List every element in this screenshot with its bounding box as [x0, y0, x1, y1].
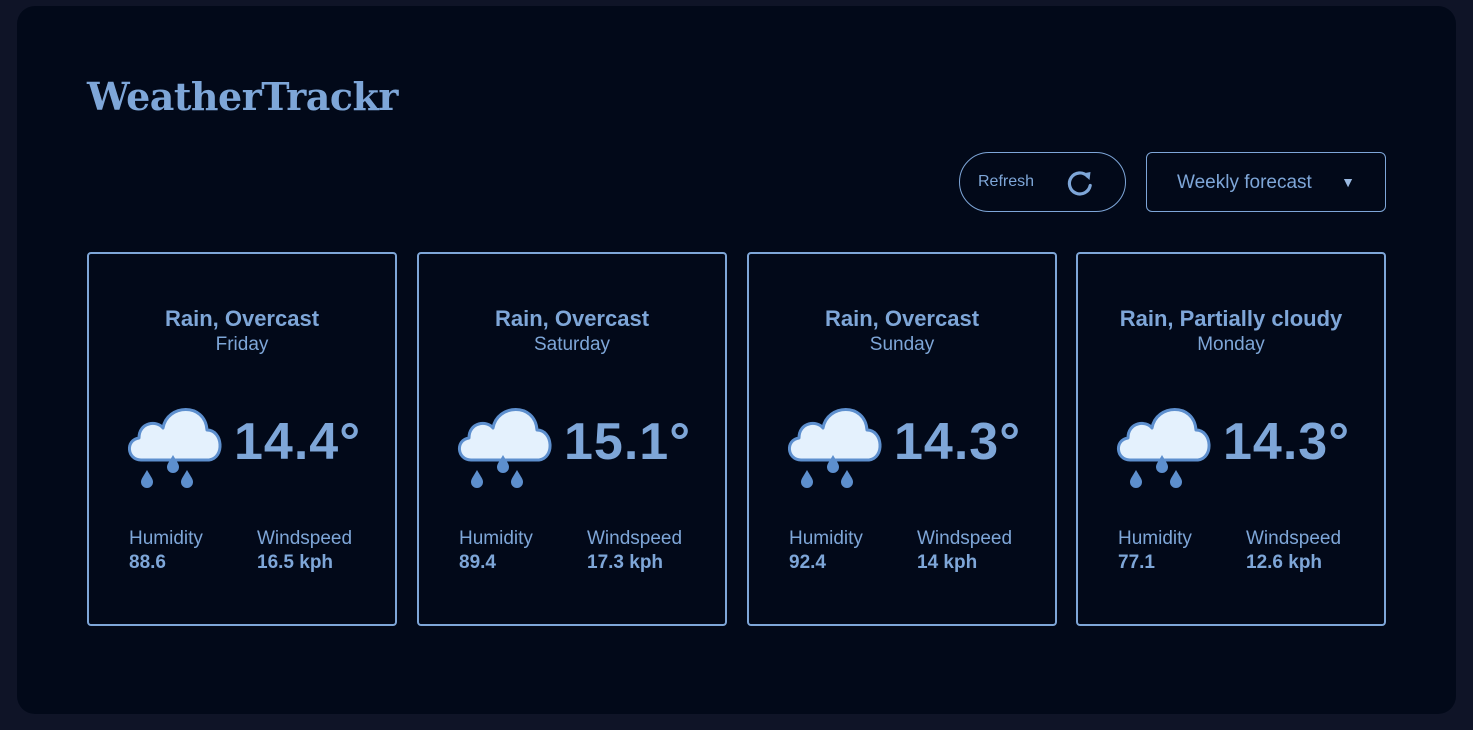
forecast-card: Rain, Partially cloudy Monday 14.3° Humi…: [1076, 252, 1386, 626]
windspeed-label: Windspeed: [917, 528, 1013, 549]
humidity-label: Humidity: [1118, 528, 1192, 549]
forecast-day: Friday: [215, 334, 269, 355]
app-title: WeatherTrackr: [87, 74, 398, 119]
forecast-range-value: Weekly forecast: [1177, 172, 1312, 193]
app-panel: WeatherTrackr Refresh Weekly forecast ▼ …: [17, 6, 1456, 714]
temperature: 14.3°: [894, 413, 1022, 471]
windspeed-value: 16.5 kph: [257, 552, 334, 573]
humidity-value: 92.4: [789, 552, 826, 573]
windspeed-value: 17.3 kph: [587, 552, 664, 573]
rain-cloud-icon: [788, 408, 882, 488]
humidity-value: 77.1: [1118, 552, 1155, 573]
windspeed-label: Windspeed: [587, 528, 683, 549]
humidity-value: 88.6: [129, 552, 166, 573]
forecast-range-select[interactable]: Weekly forecast ▼: [1146, 152, 1386, 212]
windspeed-label: Windspeed: [1246, 528, 1342, 549]
temperature: 15.1°: [564, 413, 692, 471]
temperature: 14.3°: [1223, 413, 1351, 471]
forecast-day: Saturday: [533, 334, 611, 355]
refresh-button-label: Refresh: [978, 173, 1035, 190]
forecast-day: Monday: [1197, 334, 1265, 355]
refresh-button[interactable]: Refresh: [959, 152, 1126, 212]
rain-cloud-icon: [458, 408, 552, 488]
windspeed-value: 14 kph: [917, 552, 978, 573]
temperature: 14.4°: [234, 413, 362, 471]
weather-condition: Rain, Overcast: [164, 306, 320, 331]
weather-condition: Rain, Overcast: [494, 306, 650, 331]
rain-cloud-icon: [128, 408, 222, 488]
humidity-label: Humidity: [129, 528, 203, 549]
chevron-down-icon: ▼: [1341, 174, 1355, 190]
refresh-icon: [1067, 171, 1092, 196]
forecast-card: Rain, Overcast Friday 14.4° Humidity 88.…: [87, 252, 397, 626]
windspeed-label: Windspeed: [257, 528, 353, 549]
rain-cloud-icon: [1117, 408, 1211, 488]
windspeed-value: 12.6 kph: [1246, 552, 1323, 573]
forecast-card: Rain, Overcast Saturday 15.1° Humidity 8…: [417, 252, 727, 626]
forecast-day: Sunday: [869, 334, 935, 355]
forecast-card: Rain, Overcast Sunday 14.3° Humidity 92.…: [747, 252, 1057, 626]
humidity-label: Humidity: [459, 528, 533, 549]
forecast-cards: Rain, Overcast Friday 14.4° Humidity 88.…: [87, 252, 1386, 626]
humidity-label: Humidity: [789, 528, 863, 549]
weather-condition: Rain, Overcast: [824, 306, 980, 331]
weather-condition: Rain, Partially cloudy: [1119, 306, 1343, 331]
humidity-value: 89.4: [459, 552, 496, 573]
